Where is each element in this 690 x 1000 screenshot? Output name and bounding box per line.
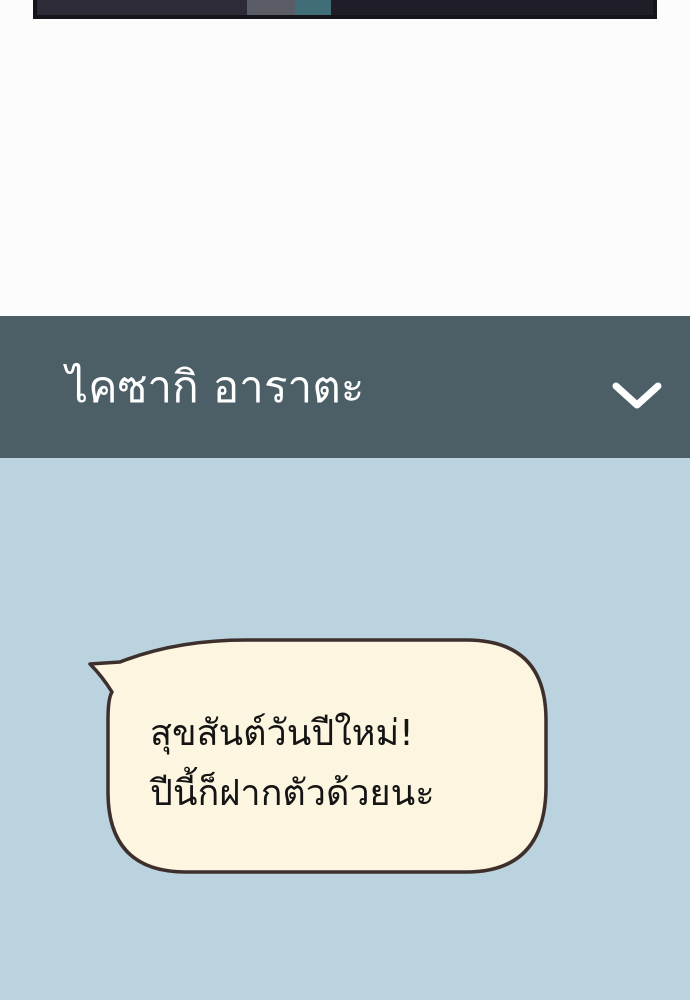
character-name: ไคซากิ อาราตะ [66,362,365,413]
chevron-down-icon [612,382,662,409]
speech-line: ปีนี้ก็ฝากตัวด้วยนะ [150,773,435,814]
comic-panel-edge [33,0,657,19]
collapse-toggle-button[interactable] [598,360,676,430]
speech-line: สุขสันต์วันปีใหม่! [150,713,414,754]
speech-bubble-text: สุขสันต์วันปีใหม่! ปีนี้ก็ฝากตัวด้วยนะ [150,704,540,824]
